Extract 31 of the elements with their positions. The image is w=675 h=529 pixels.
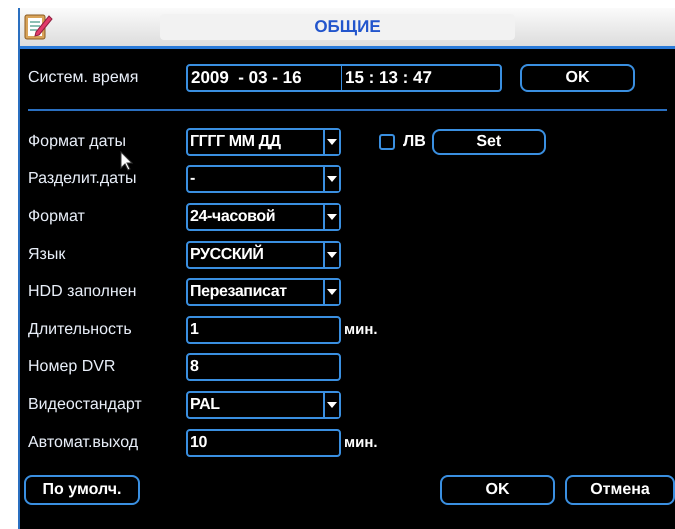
dropdown[interactable]: Перезаписат (186, 278, 341, 306)
input-field[interactable]: 8 (186, 353, 341, 382)
field-label: Формат (28, 208, 86, 226)
set-button[interactable]: Set (432, 128, 546, 155)
field-label: Автомат.выход (28, 434, 140, 452)
field-label: Длительность (28, 320, 133, 339)
unit-label: мин. (344, 434, 378, 452)
mouse-cursor-icon (120, 150, 134, 171)
ok-button[interactable]: OK (440, 475, 555, 505)
field-label: Разделит.даты (28, 170, 138, 188)
checkbox[interactable] (379, 134, 395, 150)
datetime-field[interactable]: 2009 - 03 - 16 15 : 13 : 47 (186, 64, 502, 92)
input-field[interactable]: 10 (186, 428, 341, 457)
dropdown[interactable]: ГГГГ ММ ДД (186, 128, 341, 156)
dropdown[interactable]: PAL (186, 390, 341, 419)
ok-button[interactable]: OK (520, 64, 635, 92)
input-field[interactable]: 1 (186, 316, 341, 344)
dropdown[interactable]: 24-часовой (186, 202, 341, 231)
field-label: Номер DVR (28, 358, 116, 376)
dropdown[interactable]: РУССКИЙ (186, 240, 341, 269)
field-label: Видеостандарт (28, 396, 143, 414)
checkbox-label: ЛВ (403, 132, 426, 151)
field-label: HDD заполнен (28, 283, 138, 302)
unit-label: мин. (344, 321, 378, 338)
default-button[interactable]: По умолч. (24, 475, 140, 505)
window-title: ОБЩИЕ (314, 17, 381, 37)
field-label: Формат даты (28, 132, 127, 151)
cancel-button[interactable]: Отмена (565, 475, 675, 505)
field-label: Язык (28, 246, 66, 264)
dropdown[interactable]: - (186, 165, 341, 194)
field-label: Систем. время (28, 69, 140, 87)
